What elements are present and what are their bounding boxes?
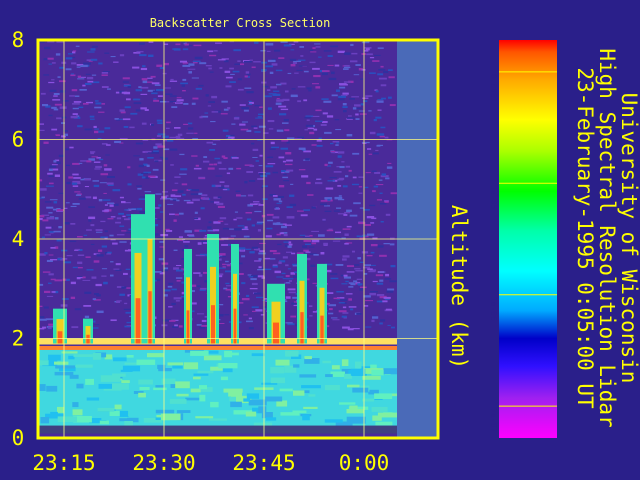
annotation-line-1: University of Wisconsin (617, 93, 640, 384)
y-axis-label: Altitude (km) (447, 205, 471, 369)
colorbar-tick-label: 1e-07 (489, 408, 498, 432)
colorbar-tick-label: 1e-05 (489, 185, 498, 209)
colorbar (499, 40, 557, 438)
x-axis-ticks: 23:15 23:30 23:45 0:00 (32, 451, 389, 475)
annotation-line-3: 23-February-1995 0:05:00 UT (573, 67, 597, 409)
colorbar-tick-label: 0.0001 (489, 74, 498, 103)
x-tick-label: 23:45 (232, 451, 295, 475)
y-axis-ticks: 0 2 4 6 8 (12, 28, 25, 450)
lidar-figure: Backscatter Cross Section 02468 23:15 23:… (12, 16, 640, 475)
x-tick-label: 23:15 (32, 451, 95, 475)
chart-title: Backscatter Cross Section (150, 16, 331, 30)
x-tick-label: 23:30 (132, 451, 195, 475)
x-tick-label: 0:00 (339, 451, 390, 475)
y-tick-label: 6 (12, 128, 25, 152)
colorbar-tick-label: 1e-06 (489, 297, 498, 321)
y-tick-label: 0 (12, 426, 25, 450)
y-tick-label: 8 (12, 28, 25, 52)
y-tick-label: 2 (12, 327, 25, 351)
y-tick-label: 4 (12, 227, 25, 251)
annotation-line-2: High Spectral Resolution Lidar (595, 48, 619, 427)
